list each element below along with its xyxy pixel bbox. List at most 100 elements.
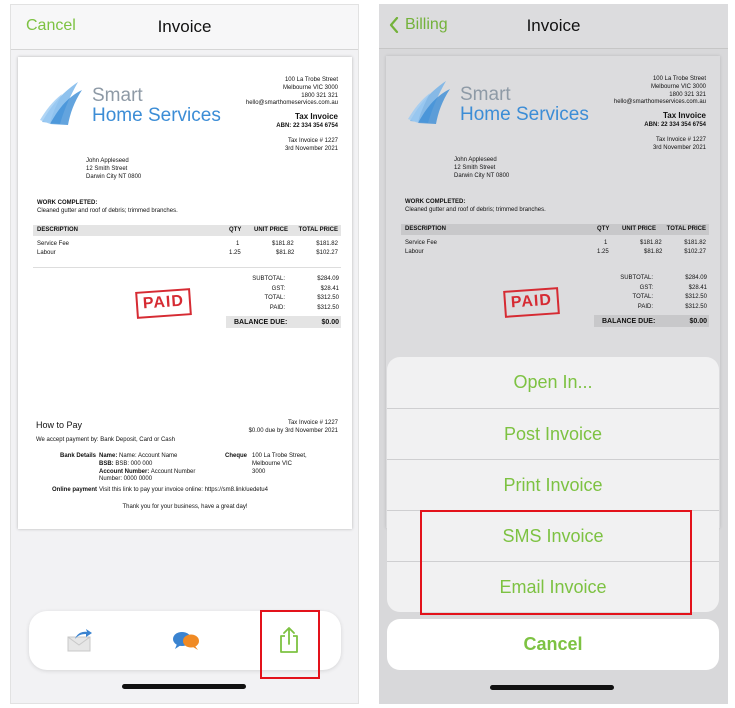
subtotal-label: SUBTOTAL: bbox=[252, 276, 285, 282]
customer-name: John Appleseed bbox=[86, 158, 129, 164]
row-unit-price: $181.82 bbox=[640, 240, 662, 246]
work-completed-text: Cleaned gutter and roof of debris; trimm… bbox=[405, 206, 546, 213]
online-payment-label: Online payment bbox=[52, 487, 98, 493]
payment-methods: We accept payment by: Bank Deposit, Card… bbox=[36, 437, 175, 443]
gst-value: $28.41 bbox=[320, 285, 339, 292]
customer-address: John Appleseed 12 Smith Street Darwin Ci… bbox=[454, 157, 509, 180]
column-qty: QTY bbox=[597, 226, 610, 232]
row-qty: 1.25 bbox=[229, 250, 241, 256]
bank-bsb: BSB: BSB: 000 000 bbox=[99, 461, 195, 469]
row-qty: 1.25 bbox=[597, 249, 609, 255]
column-description: DESCRIPTION bbox=[37, 227, 79, 233]
account-number-value: Account Number bbox=[150, 468, 196, 475]
cancel-button[interactable]: Cancel bbox=[387, 619, 719, 670]
account-number-digits: Number: 0000 0000 bbox=[99, 476, 153, 483]
email-address: hello@smarthomeservices.com.au bbox=[245, 100, 338, 107]
row-qty: 1 bbox=[604, 240, 608, 246]
subtotal-value: $284.09 bbox=[317, 276, 339, 282]
logo-smart-text: Smart bbox=[92, 85, 143, 106]
total-value: $312.50 bbox=[685, 294, 707, 300]
logo-smart-text: Smart bbox=[460, 84, 511, 105]
company-address: 100 La Trobe Street Melbourne VIC 3000 1… bbox=[614, 76, 706, 153]
navigation-bar: Cancel Invoice bbox=[11, 5, 358, 50]
gst-label: GST: bbox=[271, 285, 285, 292]
phone-number: 1800 321 321 bbox=[669, 91, 706, 98]
abn: ABN: 22 334 354 6754 bbox=[644, 121, 706, 128]
address-line: Melbourne VIC 3000 bbox=[282, 84, 338, 91]
customer-street: 12 Smith Street bbox=[454, 164, 496, 171]
open-in-option[interactable]: Open In... bbox=[387, 357, 719, 408]
bank-account-number: Account Number: Account Number bbox=[99, 469, 195, 477]
table-row: Labour 1.25 $81.82 $102.27 bbox=[33, 250, 341, 260]
column-unit-price: UNIT PRICE bbox=[254, 227, 289, 233]
page-title: Invoice bbox=[526, 16, 581, 35]
paid-label: PAID: bbox=[637, 303, 653, 310]
row-total-price: $181.82 bbox=[316, 241, 338, 247]
logo-mark-icon bbox=[40, 82, 82, 125]
balance-due-label: BALANCE DUE: bbox=[234, 319, 288, 326]
customer-address: John Appleseed 12 Smith Street Darwin Ci… bbox=[86, 158, 141, 181]
thank-you-text: Thank you for your business, have a grea… bbox=[122, 504, 248, 510]
invoice-date: 3rd November 2021 bbox=[652, 145, 706, 152]
home-indicator bbox=[490, 685, 614, 690]
bank-account-name: Name: Name: Account Name bbox=[99, 453, 195, 461]
totals-block: SUBTOTAL: $284.09 GST: $28.41 TOTAL: $312.5… bbox=[594, 275, 707, 313]
balance-due-value: $0.00 bbox=[689, 318, 707, 325]
mail-forward-icon[interactable] bbox=[65, 625, 95, 655]
invoice-document: Smart Home Services 100 La Trobe Street … bbox=[18, 57, 352, 529]
invoice-preview-screen: Cancel Invoice Smart Home Services 100 L… bbox=[10, 4, 359, 704]
work-completed-text: Cleaned gutter and roof of debris; trimm… bbox=[37, 207, 178, 214]
work-completed: WORK COMPLETED: Cleaned gutter and roof … bbox=[37, 200, 178, 216]
bsb-value: BSB: 000 000 bbox=[115, 460, 153, 467]
cheque-address-line: 3000 bbox=[252, 468, 266, 475]
logo-home-services-text: Home Services bbox=[460, 103, 589, 125]
sms-email-highlight bbox=[420, 510, 692, 615]
cheque-address-line: 100 La Trobe Street, bbox=[252, 453, 307, 459]
invoice-number: Tax Invoice # 1227 bbox=[655, 137, 706, 144]
column-total-price: TOTAL PRICE bbox=[666, 226, 706, 232]
how-to-pay-heading: How to Pay bbox=[36, 420, 83, 430]
doc-title: Tax Invoice bbox=[663, 111, 706, 121]
balance-due-row: BALANCE DUE: $0.00 bbox=[594, 315, 709, 327]
row-description: Labour bbox=[37, 250, 56, 256]
customer-street: 12 Smith Street bbox=[86, 165, 128, 172]
company-address: 100 La Trobe Street Melbourne VIC 3000 1… bbox=[246, 77, 338, 154]
bank-name-label: Name: bbox=[99, 453, 118, 459]
work-completed-label: WORK COMPLETED: bbox=[37, 200, 98, 206]
work-completed-label: WORK COMPLETED: bbox=[405, 199, 466, 205]
phone-number: 1800 321 321 bbox=[301, 92, 338, 99]
row-unit-price: $81.82 bbox=[644, 249, 663, 255]
column-unit-price: UNIT PRICE bbox=[622, 226, 657, 232]
balance-due-label: BALANCE DUE: bbox=[602, 318, 656, 325]
row-total-price: $102.27 bbox=[684, 249, 706, 255]
row-description: Service Fee bbox=[405, 240, 438, 246]
payment-reference: Tax Invoice # 1227 $0.00 due by 3rd Nove… bbox=[249, 420, 338, 436]
row-description: Service Fee bbox=[37, 241, 70, 247]
column-description: DESCRIPTION bbox=[405, 226, 447, 232]
paid-label: PAID: bbox=[269, 304, 285, 311]
bank-details-label: Bank Details bbox=[60, 453, 97, 459]
page-title: Invoice bbox=[157, 17, 212, 36]
paid-stamp: PAID bbox=[503, 287, 560, 318]
account-number-label: Account Number: bbox=[99, 468, 150, 475]
abn: ABN: 22 334 354 6754 bbox=[276, 122, 338, 129]
address-line: Melbourne VIC 3000 bbox=[650, 83, 706, 90]
table-header: DESCRIPTION QTY UNIT PRICE TOTAL PRICE bbox=[401, 224, 709, 235]
subtotal-label: SUBTOTAL: bbox=[620, 275, 653, 281]
print-invoice-option[interactable]: Print Invoice bbox=[387, 459, 719, 510]
invoice-number: Tax Invoice # 1227 bbox=[287, 138, 338, 145]
row-unit-price: $181.82 bbox=[272, 241, 294, 247]
customer-name: John Appleseed bbox=[454, 157, 497, 163]
gst-value: $28.41 bbox=[688, 284, 707, 291]
post-invoice-option[interactable]: Post Invoice bbox=[387, 408, 719, 459]
payment-due-text: $0.00 due by 3rd November 2021 bbox=[248, 427, 338, 434]
gst-label: GST: bbox=[639, 284, 653, 291]
cheque-label: Cheque bbox=[225, 453, 248, 459]
work-completed: WORK COMPLETED: Cleaned gutter and roof … bbox=[405, 199, 546, 215]
column-total-price: TOTAL PRICE bbox=[298, 227, 338, 233]
online-payment-link[interactable]: Visit this link to pay your invoice onli… bbox=[99, 487, 268, 495]
chat-bubbles-icon[interactable] bbox=[171, 625, 201, 655]
cheque-address: 100 La Trobe Street, Melbourne VIC 3000 bbox=[252, 453, 307, 476]
divider bbox=[33, 267, 341, 268]
table-header: DESCRIPTION QTY UNIT PRICE TOTAL PRICE bbox=[33, 225, 341, 236]
